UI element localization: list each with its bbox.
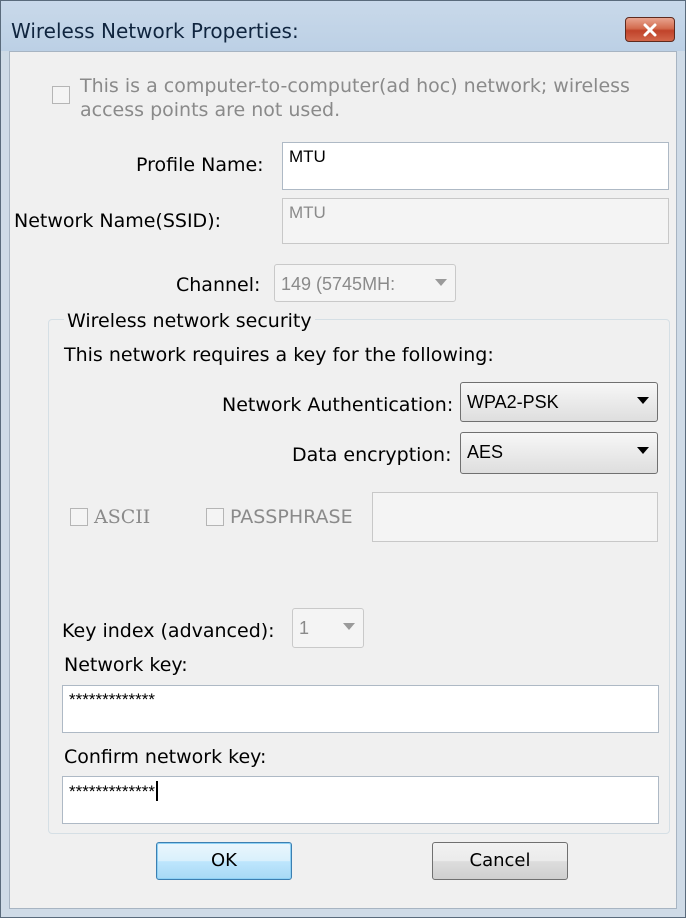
passphrase-checkbox[interactable] — [206, 508, 224, 526]
profile-name-label: Profile Name: — [136, 154, 264, 176]
chevron-down-icon — [435, 279, 447, 286]
close-button[interactable] — [625, 17, 675, 42]
auth-label: Network Authentication: — [222, 394, 454, 416]
chevron-down-icon — [637, 397, 649, 404]
ok-button[interactable]: OK — [156, 842, 292, 880]
key-index-select[interactable]: 1 — [292, 608, 364, 648]
confirm-key-label: Confirm network key: — [64, 746, 267, 768]
channel-label: Channel: — [176, 274, 261, 296]
passphrase-input[interactable] — [372, 492, 658, 542]
adhoc-label: This is a computer-to-computer(ad hoc) n… — [80, 74, 630, 122]
encryption-select[interactable]: AES — [460, 432, 658, 474]
adhoc-label-line2: access points are not used. — [80, 99, 341, 121]
window-title: Wireless Network Properties: — [11, 19, 299, 43]
close-icon — [643, 23, 657, 37]
profile-name-input[interactable]: MTU — [282, 142, 669, 190]
cancel-button[interactable]: Cancel — [432, 842, 568, 880]
encryption-label: Data encryption: — [292, 444, 452, 466]
adhoc-label-line1: This is a computer-to-computer(ad hoc) n… — [80, 75, 630, 97]
confirm-key-value: ************* — [69, 782, 156, 801]
channel-select[interactable]: 149 (5745MH: — [274, 264, 456, 302]
ssid-input[interactable]: MTU — [282, 198, 669, 244]
encryption-value: AES — [467, 442, 504, 462]
network-key-label: Network key: — [64, 654, 188, 676]
adhoc-checkbox[interactable] — [52, 86, 70, 104]
dialog-body: This is a computer-to-computer(ad hoc) n… — [9, 51, 677, 909]
channel-value: 149 (5745MH: — [281, 274, 396, 294]
network-key-input[interactable]: ************* — [62, 685, 659, 733]
passphrase-label: PASSPHRASE — [230, 506, 353, 528]
key-index-value: 1 — [299, 618, 310, 638]
key-index-label: Key index (advanced): — [62, 620, 275, 642]
ssid-label: Network Name(SSID): — [14, 210, 222, 232]
wireless-properties-dialog: Wireless Network Properties: This is a c… — [0, 0, 686, 918]
auth-select[interactable]: WPA2-PSK — [460, 382, 658, 422]
ascii-label: ASCII — [94, 506, 151, 528]
chevron-down-icon — [637, 447, 649, 454]
auth-value: WPA2-PSK — [467, 392, 559, 412]
text-cursor — [156, 781, 159, 801]
chevron-down-icon — [343, 623, 355, 630]
confirm-key-input[interactable]: ************* — [62, 776, 659, 824]
requires-key-text: This network requires a key for the foll… — [64, 344, 494, 366]
title-bar[interactable]: Wireless Network Properties: — [1, 1, 685, 51]
ascii-checkbox[interactable] — [70, 508, 88, 526]
security-group-label: Wireless network security — [64, 310, 315, 332]
